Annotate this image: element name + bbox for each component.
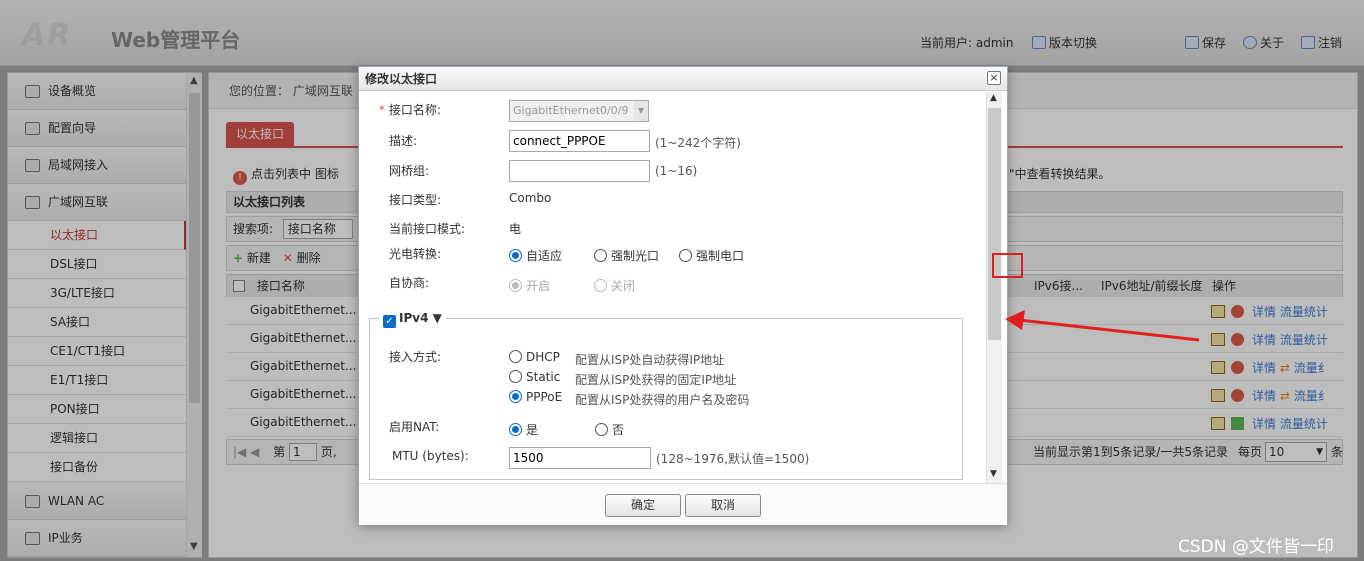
access-static-desc: 配置从ISP处获得的固定IP地址 (575, 373, 737, 387)
optic-radio-copper[interactable]: 强制电口 (679, 247, 744, 264)
autoneg-label: 自协商: (389, 276, 430, 290)
required-icon: * (379, 103, 385, 117)
mtu-input[interactable]: 1500 (509, 447, 651, 469)
mode-label: 当前接口模式: (389, 222, 466, 236)
nat-radio-yes[interactable]: 是 (509, 421, 538, 438)
radio-disabled-icon (509, 279, 522, 292)
scroll-down-icon[interactable]: ▼ (990, 469, 997, 479)
type-value: Combo (509, 191, 552, 205)
mtu-label: MTU (bytes): (392, 449, 469, 463)
optic-label: 光电转换: (389, 247, 442, 261)
dialog-scroll-thumb[interactable] (988, 108, 1001, 340)
optic-radio-fiber[interactable]: 强制光口 (594, 247, 659, 264)
interface-name-label: * 接口名称: (379, 103, 441, 117)
checkbox-checked-icon: ✓ (383, 315, 396, 328)
mtu-hint: (128~1976,默认值=1500) (656, 452, 810, 466)
interface-name-select[interactable]: GigabitEthernet0/0/9 ▼ (509, 100, 649, 122)
watermark: CSDN @文件皆一印 (1178, 537, 1334, 557)
nat-label: 启用NAT: (389, 420, 440, 434)
type-label: 接口类型: (389, 193, 442, 207)
chevron-down-icon: ▼ (634, 101, 648, 121)
access-label: 接入方式: (389, 350, 442, 364)
radio-disabled-icon (594, 279, 607, 292)
dialog-footer: 确定 取消 (359, 483, 1007, 525)
access-dhcp-desc: 配置从ISP处自动获得IP地址 (575, 353, 725, 367)
radio-icon (679, 249, 692, 262)
radio-icon (509, 370, 522, 383)
dialog-title: 修改以太接口 (359, 67, 1007, 91)
access-radio-pppoe[interactable]: PPPoE (509, 390, 562, 404)
collapse-triangle-icon: ▼ (432, 311, 442, 325)
bridge-hint: (1~16) (655, 164, 698, 178)
autoneg-radio-on: 开启 (509, 277, 550, 294)
autoneg-radio-off: 关闭 (594, 277, 635, 294)
access-radio-dhcp[interactable]: DHCP (509, 350, 560, 364)
annotation-arrow-icon (1005, 310, 1200, 342)
radio-icon (509, 350, 522, 363)
desc-input[interactable]: connect_PPPOE (509, 130, 650, 152)
annotation-highlight-box (992, 253, 1023, 278)
radio-selected-icon (509, 390, 522, 403)
dialog-scrollbar[interactable]: ▲ ▼ (986, 92, 1002, 483)
radio-icon (594, 249, 607, 262)
scroll-up-icon[interactable]: ▲ (990, 93, 997, 103)
ok-button[interactable]: 确定 (605, 494, 681, 517)
bridge-label: 网桥组: (389, 164, 430, 178)
edit-ethernet-dialog: 修改以太接口 × * 接口名称: GigabitEthernet0/0/9 ▼ 描… (358, 66, 1008, 525)
ipv4-toggle[interactable]: ✓ IPv4 ▼ (379, 311, 446, 328)
close-icon[interactable]: × (987, 71, 1001, 85)
desc-label: 描述: (389, 134, 418, 148)
mode-value: 电 (509, 222, 522, 236)
radio-selected-icon (509, 423, 522, 436)
access-pppoe-desc: 配置从ISP处获得的用户名及密码 (575, 393, 750, 407)
bridge-input[interactable] (509, 160, 650, 182)
access-radio-static[interactable]: Static (509, 370, 560, 384)
radio-icon (595, 423, 608, 436)
radio-selected-icon (509, 249, 522, 262)
nat-radio-no[interactable]: 否 (595, 421, 624, 438)
desc-hint: (1~242个字符) (655, 136, 741, 150)
cancel-button[interactable]: 取消 (685, 494, 761, 517)
dialog-body: * 接口名称: GigabitEthernet0/0/9 ▼ 描述: connec… (359, 92, 986, 482)
optic-radio-auto[interactable]: 自适应 (509, 247, 562, 264)
